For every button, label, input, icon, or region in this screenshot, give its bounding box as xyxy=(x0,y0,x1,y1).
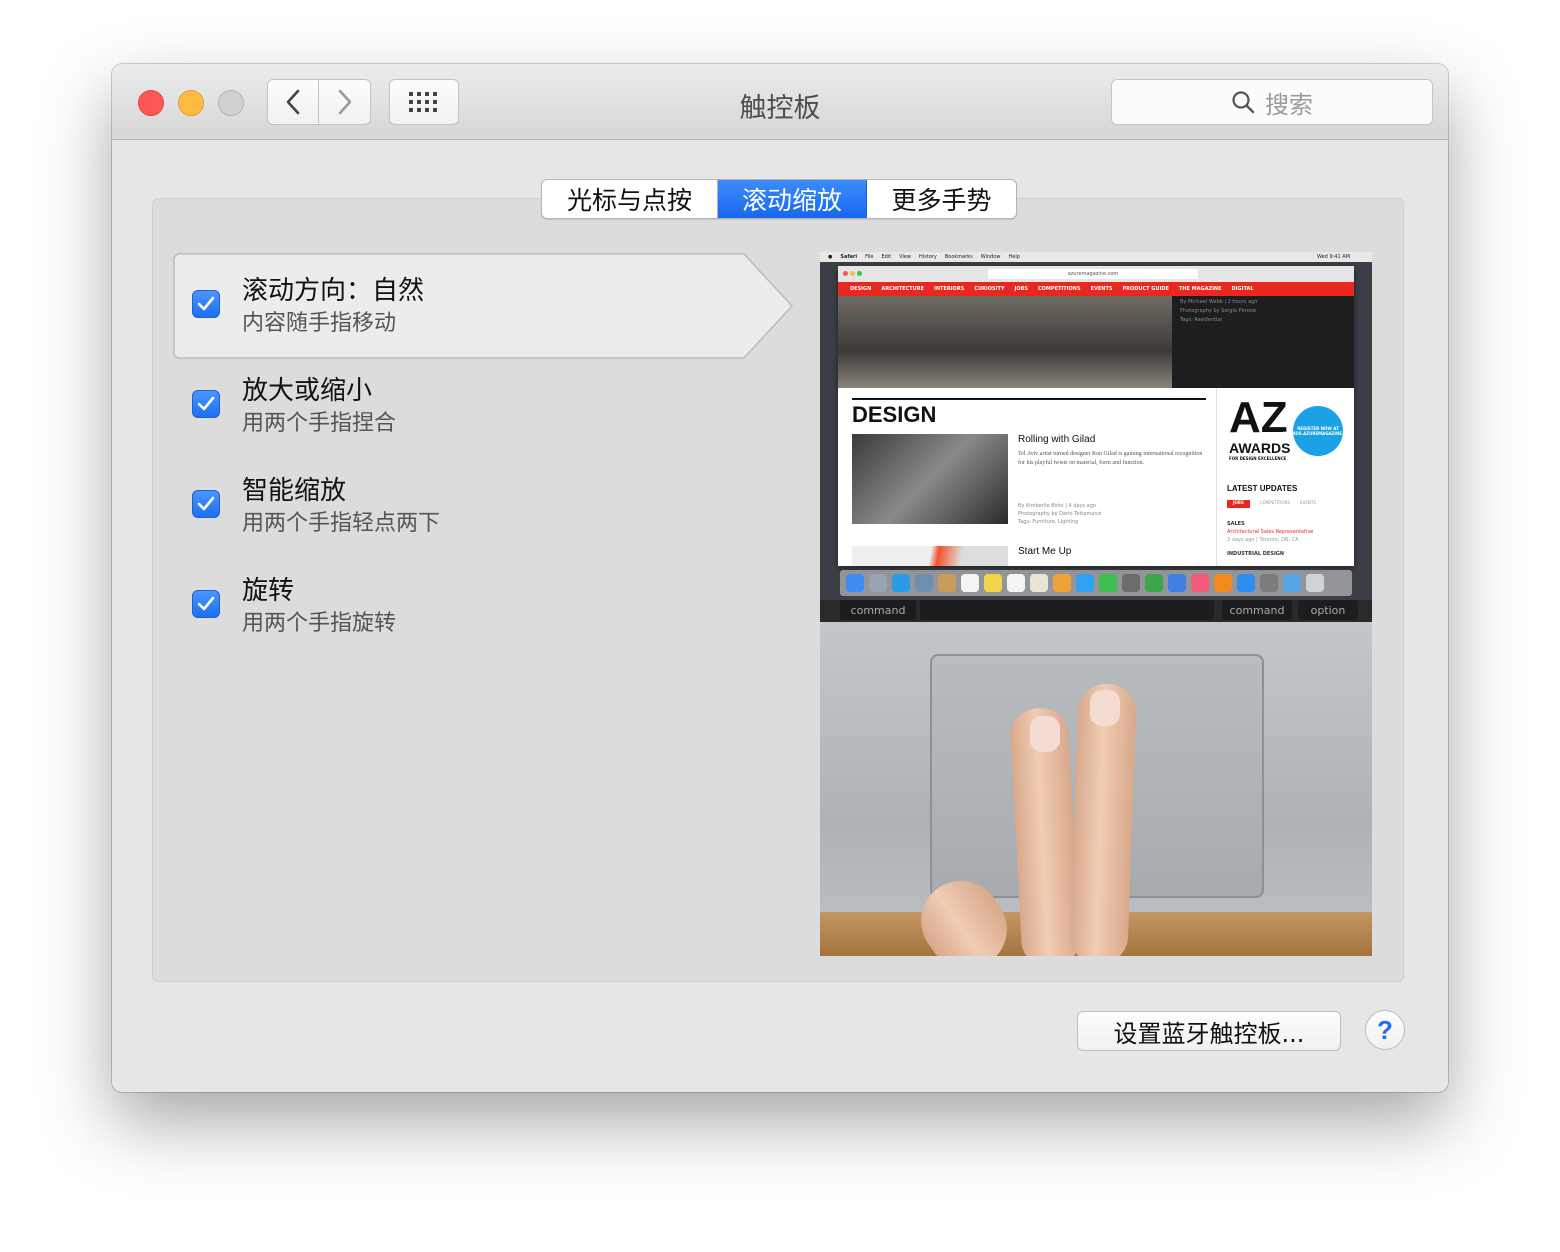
preview-nav-item: PRODUCT GUIDE xyxy=(1122,286,1169,292)
preview-hero-meta: Photography by Sergio Pirrone xyxy=(1180,308,1257,314)
preview-key-command-right: command xyxy=(1222,600,1292,620)
preview-hero-caption: By Michael Webb | 2 hours ago Photograph… xyxy=(1172,296,1354,388)
checkmark-icon xyxy=(197,396,215,411)
preview-key-space xyxy=(920,600,1214,620)
preview-menu-item: Safari xyxy=(840,254,858,260)
preview-latest-category: SALES xyxy=(1227,521,1245,527)
preview-meta-line: Photography by Dario Tettamanzi xyxy=(1018,511,1102,517)
preview-section-rule xyxy=(852,398,1206,400)
preview-latest-next-category: INDUSTRIAL DESIGN xyxy=(1227,551,1285,557)
option-scroll-direction[interactable]: 滚动方向：自然 内容随手指移动 xyxy=(172,252,732,356)
preview-menubar: ● Safari File Edit View History Bookmark… xyxy=(820,252,1372,262)
preview-nav-item: ARCHITECTURE xyxy=(881,286,924,292)
preview-ad-awards: AWARDS xyxy=(1229,440,1291,456)
preview-apple-icon: ● xyxy=(828,254,833,260)
preview-menu-item: View xyxy=(899,254,912,260)
option-title: 旋转 xyxy=(242,576,295,606)
preview-nav-item: COMPETITIONS xyxy=(1038,286,1081,292)
preview-site-nav: DESIGN ARCHITECTURE INTERIORS CURIOSITY … xyxy=(838,282,1354,296)
preview-menu-item: File xyxy=(865,254,874,260)
preview-article-title: Rolling with Gilad xyxy=(1018,434,1096,445)
preview-section-heading: DESIGN xyxy=(852,402,937,427)
preview-browser-toolbar: azuremagazine.com xyxy=(838,266,1354,282)
checkmark-icon xyxy=(197,596,215,611)
preview-latest-tab: COMPETITIONS xyxy=(1259,500,1291,505)
option-description: 用两个手指捏合 xyxy=(242,411,397,436)
search-field[interactable]: 搜索 xyxy=(1111,79,1433,125)
tab-more-gestures[interactable]: 更多手势 xyxy=(867,180,1016,218)
preview-menu-item: Bookmarks xyxy=(944,254,973,260)
option-title: 智能缩放 xyxy=(242,476,347,506)
option-smart-zoom[interactable]: 智能缩放 用两个手指轻点两下 xyxy=(172,452,732,556)
option-description: 内容随手指移动 xyxy=(242,311,397,336)
checkmark-icon xyxy=(197,296,215,311)
option-rotate[interactable]: 旋转 用两个手指旋转 xyxy=(172,552,732,656)
preview-latest-tabs: JOBS COMPETITIONS EVENTS xyxy=(1227,500,1347,508)
preview-hero-meta: By Michael Webb | 2 hours ago xyxy=(1180,299,1258,305)
preview-key-command-left: command xyxy=(840,600,916,620)
preview-article-photo xyxy=(852,434,1008,524)
preview-nav-item: EVENTS xyxy=(1090,286,1113,292)
option-title: 放大或缩小 xyxy=(242,376,373,406)
preview-sidebar: AZ AWARDS FOR DESIGN EXCELLENCE REGISTER… xyxy=(1216,388,1354,566)
preview-article2-title: Start Me Up xyxy=(1018,546,1072,557)
option-zoom-in-out[interactable]: 放大或缩小 用两个手指捏合 xyxy=(172,352,732,456)
preview-nav-item: DIGITAL xyxy=(1231,286,1254,292)
preview-latest-heading: LATEST UPDATES xyxy=(1227,484,1298,493)
preview-menu-item: Window xyxy=(980,254,1001,260)
option-title: 滚动方向：自然 xyxy=(242,276,425,306)
preview-menu-item: Edit xyxy=(881,254,892,260)
help-button[interactable]: ? xyxy=(1365,1010,1405,1050)
preview-latest-tab: EVENTS xyxy=(1300,500,1316,505)
preview-ad-badge: REGISTER NOW AT AWARDS.AZUREMAGAZINE.COM xyxy=(1282,406,1354,456)
preview-dock xyxy=(840,570,1352,596)
tab-scroll-and-zoom[interactable]: 滚动缩放 xyxy=(718,180,867,218)
rotate-checkbox[interactable] xyxy=(192,590,220,618)
preview-keyboard: command command option xyxy=(820,600,1372,622)
tab-point-and-click[interactable]: 光标与点按 xyxy=(542,180,718,218)
tab-bar: 光标与点按 滚动缩放 更多手势 xyxy=(541,179,1017,219)
preview-article-meta: By Kimberlie Birks | 4 days ago Photogra… xyxy=(1018,502,1102,526)
preview-ad-logo: AZ xyxy=(1229,393,1288,442)
setup-bluetooth-trackpad-button[interactable]: 设置蓝牙触控板... xyxy=(1077,1011,1341,1051)
search-placeholder: 搜索 xyxy=(1265,90,1313,119)
preview-nav-item: CURIOSITY xyxy=(974,286,1005,292)
preview-fingernail xyxy=(1090,690,1120,726)
preview-nav-item: INTERIORS xyxy=(934,286,965,292)
preview-key-option: option xyxy=(1298,600,1358,620)
preview-article-body: Tel Aviv artist turned designer Ron Gila… xyxy=(1018,451,1203,466)
preview-latest-job-meta: 3 days ago | Toronto, ON, CA xyxy=(1227,537,1299,543)
preview-hero-image xyxy=(838,296,1172,388)
title-bar: 触控板 搜索 xyxy=(112,64,1448,140)
checkmark-icon xyxy=(197,496,215,511)
preview-url-bar: azuremagazine.com xyxy=(988,269,1198,279)
preview-meta-line: By Kimberlie Birks | 4 days ago xyxy=(1018,503,1096,509)
zoom-in-out-checkbox[interactable] xyxy=(192,390,220,418)
search-icon xyxy=(1232,91,1255,114)
preview-article2-photo xyxy=(852,546,1008,566)
preview-nav-item: THE MAGAZINE xyxy=(1178,286,1222,292)
preview-nav-item: DESIGN xyxy=(850,286,872,292)
option-description: 用两个手指轻点两下 xyxy=(242,511,441,536)
preview-browser-window: azuremagazine.com DESIGN ARCHITECTURE IN… xyxy=(838,266,1354,566)
preferences-window: 触控板 搜索 光标与点按 滚动缩放 更多手势 滚动方向：自然 内容随手指移动 放… xyxy=(112,64,1448,1092)
preview-clock: Wed 9:41 AM xyxy=(1316,254,1350,260)
scroll-direction-checkbox[interactable] xyxy=(192,290,220,318)
preview-laptop-screen: ● Safari File Edit View History Bookmark… xyxy=(820,252,1372,600)
preview-latest-job: Architectural Sales Representative xyxy=(1227,529,1314,535)
preview-ad-tagline: FOR DESIGN EXCELLENCE xyxy=(1229,456,1287,461)
preview-meta-line: Tags: Furniture, Lighting xyxy=(1018,519,1079,525)
preview-nav-item: JOBS xyxy=(1014,286,1029,292)
preview-hero-meta: Tags: Residential xyxy=(1180,317,1222,323)
smart-zoom-checkbox[interactable] xyxy=(192,490,220,518)
preview-menu-item: History xyxy=(919,254,937,260)
gesture-preview-video: ● Safari File Edit View History Bookmark… xyxy=(820,252,1372,956)
preview-menu-item: Help xyxy=(1008,254,1020,260)
preview-latest-list: SALES Architectural Sales Representative… xyxy=(1227,520,1313,558)
option-description: 用两个手指旋转 xyxy=(242,611,397,636)
preview-latest-tab: JOBS xyxy=(1227,500,1250,508)
preview-fingernail xyxy=(1030,716,1060,752)
preview-laptop-base xyxy=(820,622,1372,956)
